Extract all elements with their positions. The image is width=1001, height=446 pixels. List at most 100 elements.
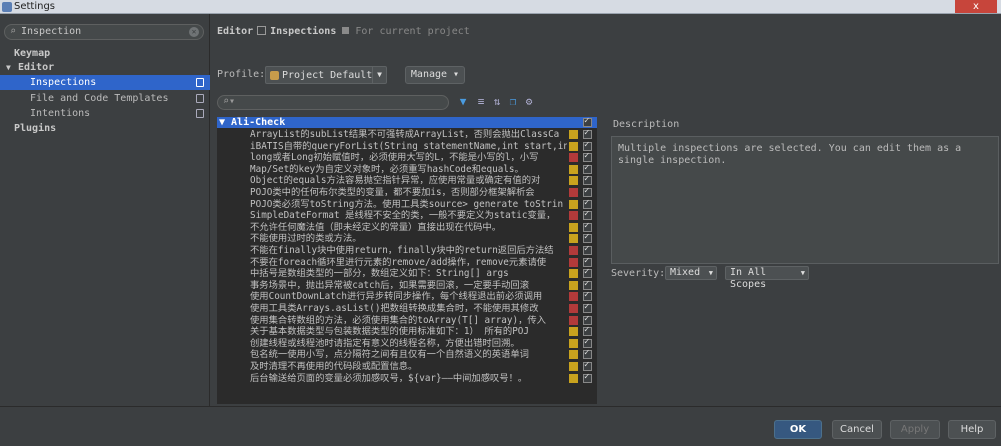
inspection-name: 不允许任何魔法值（即未经定义的常量）直接出现在代码中。 [250, 221, 502, 233]
inspection-row[interactable]: POJO类中的任何布尔类型的变量，都不要加is，否则部分框架解析会 [217, 186, 597, 198]
inspection-checkbox[interactable] [583, 348, 592, 360]
inspection-filter-input[interactable]: ⌕▾ [217, 95, 449, 110]
tree-item[interactable]: Plugins [0, 121, 210, 136]
inspection-checkbox[interactable] [583, 151, 592, 163]
inspection-checkbox[interactable] [583, 221, 592, 232]
tree-item[interactable]: Inspections [0, 75, 210, 90]
tree-item[interactable]: File and Code Templates [0, 91, 210, 106]
inspection-checkbox[interactable] [583, 244, 592, 255]
inspection-group-row[interactable]: ▼ Ali-Check [217, 117, 597, 128]
inspection-checkbox[interactable] [583, 279, 592, 290]
inspection-checkbox[interactable] [583, 360, 592, 371]
inspection-name: POJO类必须写toString方法。使用工具类source> generate… [250, 198, 564, 210]
breadcrumb-separator-icon [257, 26, 267, 35]
inspection-name: 关于基本数据类型与包装数据类型的使用标准如下：1） 所有的POJ [250, 326, 530, 338]
inspection-row[interactable]: SimpleDateFormat 是线程不安全的类，一般不要定义为static变… [217, 209, 597, 221]
cancel-button[interactable]: Cancel [832, 420, 882, 439]
group-checkbox[interactable] [583, 117, 592, 127]
inspections-panel: Editor Inspections For current project Pro… [211, 14, 1001, 406]
severity-select[interactable]: Mixed ▼ [665, 266, 717, 280]
severity-indicator-icon [569, 338, 578, 348]
inspection-row[interactable]: 中括号是数组类型的一部分，数组定义如下：String[] args [217, 267, 597, 279]
manage-button[interactable]: Manage ▾ [405, 66, 465, 84]
inspection-row[interactable]: 包名统一使用小写，点分隔符之间有且仅有一个自然语义的英语单词 [217, 348, 597, 361]
chevron-down-icon[interactable]: ▼ [372, 67, 386, 83]
inspection-checkbox[interactable] [583, 256, 592, 267]
inspection-row[interactable]: ArrayList的subList结果不可强转成ArrayList，否则会抛出C… [217, 128, 597, 140]
severity-indicator-icon [569, 234, 578, 244]
copy-icon[interactable]: ❐ [507, 96, 519, 108]
inspection-checkbox[interactable] [583, 140, 592, 151]
inspection-checkbox[interactable] [583, 128, 592, 139]
group-label: ▼ Ali-Check [219, 117, 286, 128]
window-titlebar: Settings x [0, 0, 1001, 14]
inspection-checkbox[interactable] [583, 232, 592, 244]
expand-all-icon[interactable]: ≡ [475, 96, 487, 108]
collapse-all-icon[interactable]: ⇅ [491, 96, 503, 108]
inspection-checkbox[interactable] [583, 302, 592, 313]
profile-icon [270, 71, 279, 80]
inspection-row[interactable]: Object的equals方法容易抛空指针异常，应使用常量或确定有值的对 [217, 174, 597, 186]
inspection-checkbox[interactable] [583, 209, 592, 221]
inspection-row[interactable]: 事务场景中，抛出异常被catch后，如果需要回滚，一定要手动回滚 [217, 279, 597, 291]
tree-item[interactable]: Keymap [0, 46, 210, 61]
inspection-row[interactable]: Map/Set的key为自定义对象时，必须重写hashCode和equals。 [217, 163, 597, 175]
search-icon: ⌕▾ [223, 96, 236, 107]
settings-sidebar: ⌕ Inspection ✕ Keymap ▼ Editor Inspections… [0, 14, 210, 406]
scope-select[interactable]: In All Scopes ▼ [725, 266, 809, 290]
severity-indicator-icon [569, 211, 578, 221]
inspection-name: iBATIS自带的queryForList(String statementNa… [250, 140, 567, 152]
inspection-checkbox[interactable] [583, 372, 592, 383]
severity-indicator-icon [569, 141, 578, 151]
inspection-row[interactable]: 不允许任何魔法值（即未经定义的常量）直接出现在代码中。 [217, 221, 597, 233]
inspection-row[interactable]: 使用集合转数组的方法，必须使用集合的toArray(T[] array)，传入 [217, 314, 597, 326]
tree-item[interactable]: ▼ Editor [0, 60, 210, 75]
inspection-row[interactable]: 创建线程或线程池时请指定有意义的线程名称，方便出错时回溯。 [217, 337, 597, 349]
inspection-row[interactable]: 不能使用过时的类或方法。 [217, 232, 597, 245]
inspection-name: 创建线程或线程池时请指定有意义的线程名称，方便出错时回溯。 [250, 337, 520, 349]
inspection-row[interactable]: iBATIS自带的queryForList(String statementNa… [217, 140, 597, 152]
inspection-row[interactable]: 使用工具类Arrays.asList()把数组转换成集合时，不能使用其修改 [217, 302, 597, 314]
tree-item-label: Plugins [14, 123, 57, 134]
severity-indicator-icon [569, 257, 578, 267]
inspection-checkbox[interactable] [583, 290, 592, 302]
severity-indicator-icon [569, 292, 578, 302]
ok-button[interactable]: OK [774, 420, 822, 439]
inspection-row[interactable]: long或者Long初始赋值时，必须使用大写的L，不能是小写的l，小写 [217, 151, 597, 163]
tree-item-label: Keymap [14, 48, 51, 59]
gear-icon[interactable]: ⚙ [523, 96, 535, 108]
inspection-row[interactable]: 关于基本数据类型与包装数据类型的使用标准如下：1） 所有的POJ [217, 325, 597, 338]
filter-icon[interactable]: ▼ [457, 96, 469, 108]
breadcrumb: Editor Inspections For current project [217, 26, 470, 37]
profile-select[interactable]: Project Default ▼ [265, 66, 387, 84]
inspection-name: Map/Set的key为自定义对象时，必须重写hashCode和equals。 [250, 163, 524, 175]
inspection-name: 不能使用过时的类或方法。 [250, 233, 362, 245]
inspection-checkbox[interactable] [583, 325, 592, 337]
inspection-row[interactable]: 不能在finally块中使用return，finally块中的return返回后… [217, 244, 597, 256]
inspection-checkbox[interactable] [583, 163, 592, 174]
inspection-checkbox[interactable] [583, 174, 592, 186]
project-settings-icon [196, 78, 204, 87]
inspection-checkbox[interactable] [583, 186, 592, 197]
tree-item-label: Inspections [30, 77, 97, 88]
inspection-checkbox[interactable] [583, 314, 592, 325]
clear-search-icon[interactable]: ✕ [189, 27, 199, 37]
help-button[interactable]: Help [948, 420, 996, 439]
inspection-checkbox[interactable] [583, 267, 592, 279]
inspection-row[interactable]: POJO类必须写toString方法。使用工具类source> generate… [217, 198, 597, 210]
inspection-checkbox[interactable] [583, 198, 592, 209]
settings-search-input[interactable]: ⌕ Inspection ✕ [4, 24, 204, 40]
expand-arrow-icon[interactable]: ▼ [6, 60, 11, 75]
inspection-name: 包名统一使用小写，点分隔符之间有且仅有一个自然语义的英语单词 [250, 349, 529, 361]
description-label: Description [613, 119, 680, 130]
apply-button[interactable]: Apply [890, 420, 940, 439]
tree-item-label: Intentions [30, 108, 91, 119]
inspection-row[interactable]: 使用CountDownLatch进行异步转同步操作，每个线程退出前必须调用 [217, 290, 597, 302]
inspection-row[interactable]: 不要在foreach循环里进行元素的remove/add操作，remove元素请… [217, 256, 597, 268]
inspection-checkbox[interactable] [583, 337, 592, 348]
close-window-button[interactable]: x [955, 0, 997, 13]
tree-item[interactable]: Intentions [0, 106, 210, 121]
inspection-row[interactable]: 及时清理不再使用的代码段或配置信息。 [217, 360, 597, 372]
inspection-row[interactable]: 后台输送给页面的变量必须加感叹号，${var}——中间加感叹号！。 [217, 372, 597, 384]
severity-indicator-icon [569, 315, 578, 325]
